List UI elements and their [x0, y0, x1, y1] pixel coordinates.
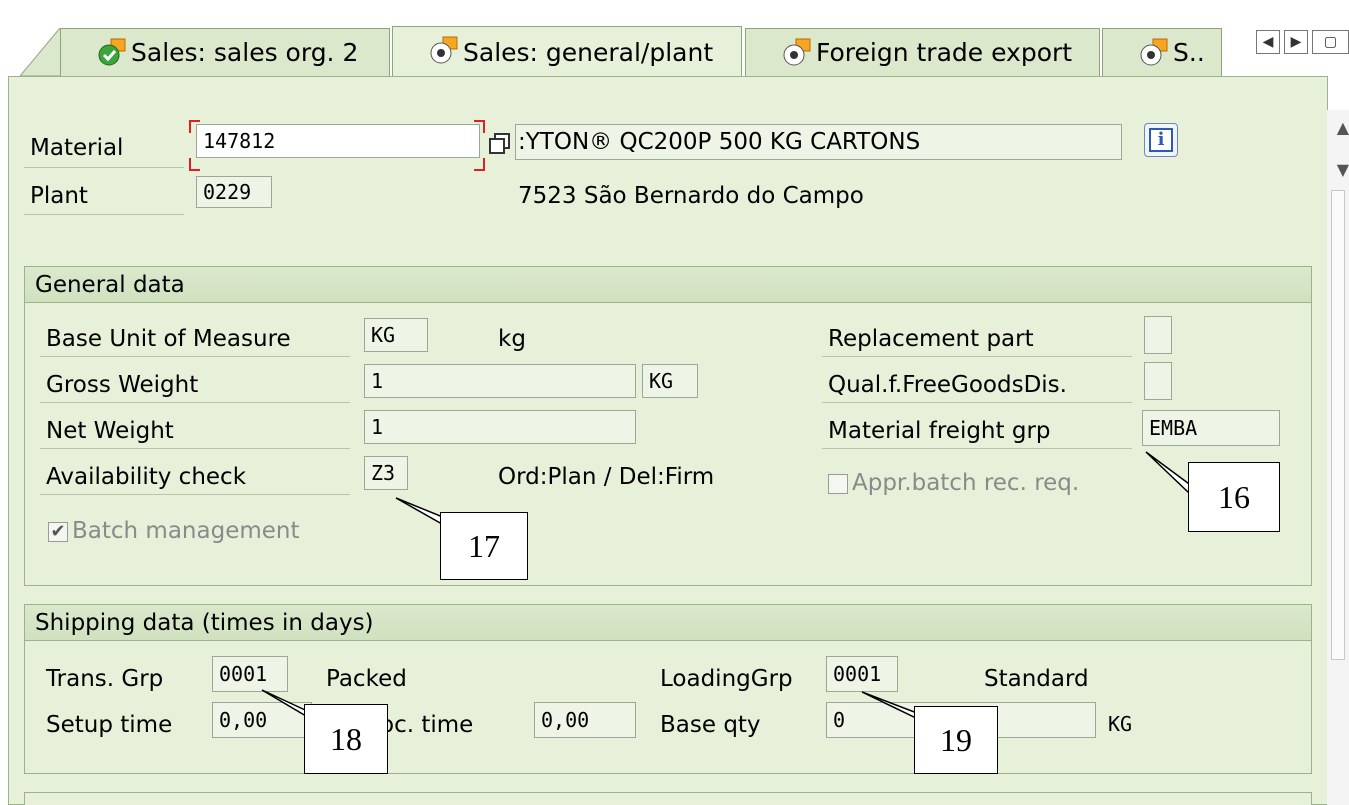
base-qty-unit: KG: [1108, 712, 1133, 736]
tab-label: Foreign trade export: [816, 38, 1073, 67]
plant-description: 7523 São Bernardo do Campo: [518, 183, 864, 209]
availability-check-input[interactable]: Z3: [364, 456, 408, 490]
availability-check-description: Ord:Plan / Del:Firm: [498, 464, 715, 490]
trans-grp-description: Packed: [326, 666, 407, 692]
tab-s-more[interactable]: S..: [1102, 28, 1222, 76]
trans-grp-input[interactable]: 0001: [212, 656, 288, 692]
divider: [24, 167, 184, 168]
tab-label: S..: [1173, 38, 1205, 67]
loading-grp-label: LoadingGrp: [660, 666, 793, 692]
scroll-thumb[interactable]: [1331, 190, 1345, 660]
availability-check-label: Availability check: [46, 464, 247, 490]
proc-time-input[interactable]: 0,00: [534, 702, 636, 738]
tab-strip: Sales: sales org. 2 Sales: general/plant…: [0, 0, 1349, 78]
divider: [40, 494, 350, 495]
base-uom-label: Base Unit of Measure: [46, 326, 291, 352]
loading-grp-input[interactable]: 0001: [826, 656, 898, 692]
base-qty-label: Base qty: [660, 712, 761, 738]
scroll-up-icon[interactable]: ▲: [1337, 118, 1349, 137]
tab-list-icon[interactable]: ▢: [1312, 30, 1349, 54]
tab-sales-general-plant[interactable]: Sales: general/plant: [392, 26, 742, 78]
proc-time-label: oc. time: [380, 712, 474, 738]
setup-time-label: Setup time: [46, 712, 173, 738]
replacement-part-label: Replacement part: [828, 326, 1034, 352]
callout-19: 19: [914, 706, 998, 774]
copy-icon[interactable]: [488, 132, 512, 156]
radio-doc-icon: [430, 36, 458, 64]
plant-label: Plant: [30, 183, 88, 209]
divider: [24, 214, 184, 215]
plant-input[interactable]: 0229: [196, 176, 272, 208]
next-group: [24, 792, 1312, 805]
tab-label: Sales: sales org. 2: [131, 38, 359, 67]
appr-batch-rec-label: Appr.batch rec. req.: [852, 470, 1080, 496]
radio-doc-icon: [1140, 38, 1168, 66]
batch-management-checkbox: ✔: [48, 522, 68, 542]
material-input[interactable]: 147812: [196, 124, 480, 158]
tab-label: Sales: general/plant: [463, 38, 714, 67]
info-button[interactable]: i: [1144, 123, 1178, 157]
material-description-field: :YTON® QC200P 500 KG CARTONS: [515, 124, 1122, 160]
batch-management-label: Batch management: [72, 518, 300, 544]
loading-grp-description: Standard: [984, 666, 1089, 692]
replacement-part-input[interactable]: [1144, 316, 1172, 354]
trans-grp-label: Trans. Grp: [46, 666, 164, 692]
gross-weight-input[interactable]: 1: [364, 364, 636, 398]
net-weight-input[interactable]: 1: [364, 410, 636, 444]
shipping-data-title: Shipping data (times in days): [25, 605, 1311, 641]
net-weight-label: Net Weight: [46, 418, 174, 444]
divider: [822, 448, 1132, 449]
gross-weight-label: Gross Weight: [46, 372, 199, 398]
base-uom-input[interactable]: KG: [364, 318, 428, 352]
check-doc-icon: [98, 38, 126, 66]
scroll-tabs-right-icon[interactable]: ▶: [1284, 30, 1308, 54]
weight-unit-input[interactable]: KG: [642, 364, 698, 398]
material-label: Material: [30, 135, 124, 161]
info-icon: i: [1149, 128, 1173, 152]
divider: [822, 356, 1132, 357]
qual-free-goods-input[interactable]: [1144, 362, 1172, 400]
radio-doc-icon: [783, 38, 811, 66]
callout-16: 16: [1188, 462, 1280, 532]
tab-foreign-trade-export[interactable]: Foreign trade export: [745, 28, 1100, 76]
scroll-tabs-left-icon[interactable]: ◀: [1256, 30, 1280, 54]
material-freight-grp-label: Material freight grp: [828, 418, 1051, 444]
divider: [822, 402, 1132, 403]
tab-strip-edge: [20, 28, 60, 76]
divider: [40, 402, 350, 403]
divider: [40, 448, 350, 449]
setup-time-input[interactable]: 0,00: [212, 702, 312, 738]
callout-18: 18: [304, 704, 388, 774]
base-uom-description: kg: [498, 326, 526, 352]
tab-sales-org-2[interactable]: Sales: sales org. 2: [60, 28, 390, 76]
callout-17: 17: [440, 512, 528, 580]
divider: [40, 356, 350, 357]
material-freight-grp-input[interactable]: EMBA: [1142, 410, 1280, 446]
qual-free-goods-label: Qual.f.FreeGoodsDis.: [828, 372, 1067, 398]
appr-batch-rec-checkbox: [828, 474, 848, 494]
scroll-down-icon[interactable]: ▼: [1337, 160, 1349, 179]
general-data-title: General data: [25, 267, 1311, 303]
